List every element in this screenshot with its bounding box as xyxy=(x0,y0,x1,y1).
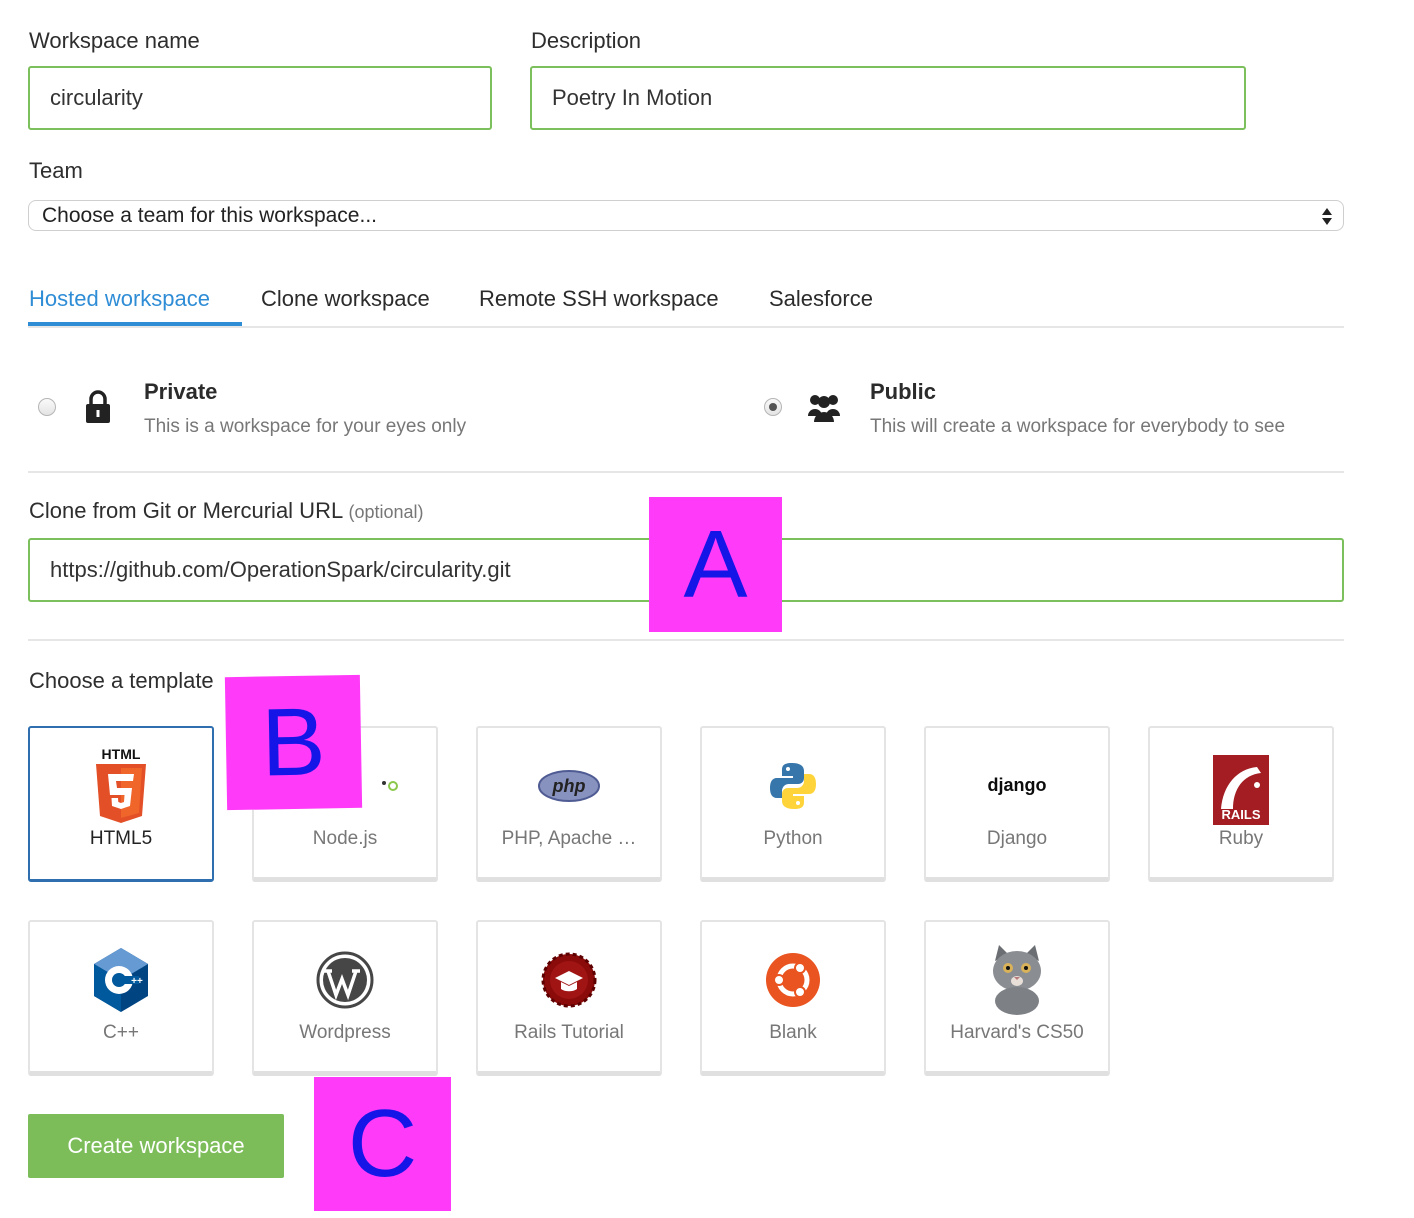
rails-icon: RAILS xyxy=(1150,754,1332,826)
cpp-icon: ++ xyxy=(30,944,212,1016)
template-name: HTML5 xyxy=(89,828,153,849)
template-harvard-cs50[interactable]: Harvard's CS50 xyxy=(924,920,1110,1076)
wordpress-icon xyxy=(254,944,436,1016)
django-icon: django xyxy=(926,750,1108,822)
template-name: Django xyxy=(986,828,1048,849)
template-php[interactable]: php PHP, Apache … xyxy=(476,726,662,882)
annotation-marker-a: A xyxy=(649,497,782,632)
private-radio[interactable] xyxy=(38,398,56,416)
template-name: PHP, Apache … xyxy=(501,828,637,849)
clone-url-label: Clone from Git or Mercurial URL (optiona… xyxy=(29,498,424,524)
select-arrows-icon xyxy=(1322,208,1332,225)
tab-clone-workspace[interactable]: Clone workspace xyxy=(261,286,430,312)
template-rails-tutorial[interactable]: Rails Tutorial xyxy=(476,920,662,1076)
template-cpp[interactable]: ++ C++ xyxy=(28,920,214,1076)
workspace-type-tabs: Hosted workspace Clone workspace Remote … xyxy=(28,276,1344,328)
tab-salesforce[interactable]: Salesforce xyxy=(769,286,873,312)
public-desc: This will create a workspace for everybo… xyxy=(870,416,1286,437)
template-python[interactable]: Python xyxy=(700,726,886,882)
php-icon: php xyxy=(478,750,660,822)
html5-icon: HTML xyxy=(30,746,212,823)
template-django[interactable]: django Django xyxy=(924,726,1110,882)
optional-hint: (optional) xyxy=(348,502,424,522)
template-name: Rails Tutorial xyxy=(514,1022,624,1043)
create-workspace-button[interactable]: Create workspace xyxy=(28,1114,284,1178)
rails-tutorial-icon xyxy=(478,944,660,1016)
team-select[interactable]: Choose a team for this workspace... xyxy=(28,200,1344,231)
annotation-marker-c: C xyxy=(314,1077,451,1211)
template-name: C++ xyxy=(103,1022,139,1043)
svg-text:++: ++ xyxy=(131,976,143,987)
template-name: Python xyxy=(763,828,823,849)
description-label: Description xyxy=(531,28,642,53)
workspace-name-label: Workspace name xyxy=(29,28,200,53)
cat-icon xyxy=(926,942,1108,1015)
template-name: Harvard's CS50 xyxy=(950,1022,1084,1043)
annotation-marker-b: B xyxy=(224,674,363,811)
public-radio[interactable] xyxy=(764,398,782,416)
public-title: Public xyxy=(870,379,937,404)
template-blank[interactable]: Blank xyxy=(700,920,886,1076)
php-logo-text: php xyxy=(552,776,586,796)
template-name: Blank xyxy=(769,1022,817,1043)
team-select-value: Choose a team for this workspace... xyxy=(42,203,377,227)
template-name: Node.js xyxy=(312,828,378,849)
template-name: Wordpress xyxy=(299,1022,391,1043)
divider xyxy=(28,639,1344,641)
template-html5[interactable]: HTML HTML5 xyxy=(28,726,214,882)
choose-template-label: Choose a template xyxy=(29,668,214,693)
template-ruby[interactable]: RAILS Ruby xyxy=(1148,726,1334,882)
rails-logo-text: RAILS xyxy=(1222,807,1261,822)
divider xyxy=(28,471,1344,473)
html5-logo-text: HTML xyxy=(102,746,141,762)
ubuntu-icon xyxy=(702,944,884,1016)
users-icon xyxy=(808,395,840,422)
python-icon xyxy=(702,750,884,822)
active-tab-indicator xyxy=(28,322,242,326)
template-name: Ruby xyxy=(1218,828,1264,849)
description-input[interactable]: Poetry In Motion xyxy=(530,66,1246,130)
django-logo-text: django xyxy=(988,775,1047,795)
team-label: Team xyxy=(29,158,83,183)
template-wordpress[interactable]: Wordpress xyxy=(252,920,438,1076)
workspace-name-input[interactable]: circularity xyxy=(28,66,492,130)
tab-remote-ssh-workspace[interactable]: Remote SSH workspace xyxy=(479,286,719,312)
clone-url-label-text: Clone from Git or Mercurial URL xyxy=(29,498,343,523)
tab-hosted-workspace[interactable]: Hosted workspace xyxy=(29,286,210,312)
private-desc: This is a workspace for your eyes only xyxy=(144,416,467,437)
private-title: Private xyxy=(144,379,218,404)
lock-icon xyxy=(86,390,110,423)
